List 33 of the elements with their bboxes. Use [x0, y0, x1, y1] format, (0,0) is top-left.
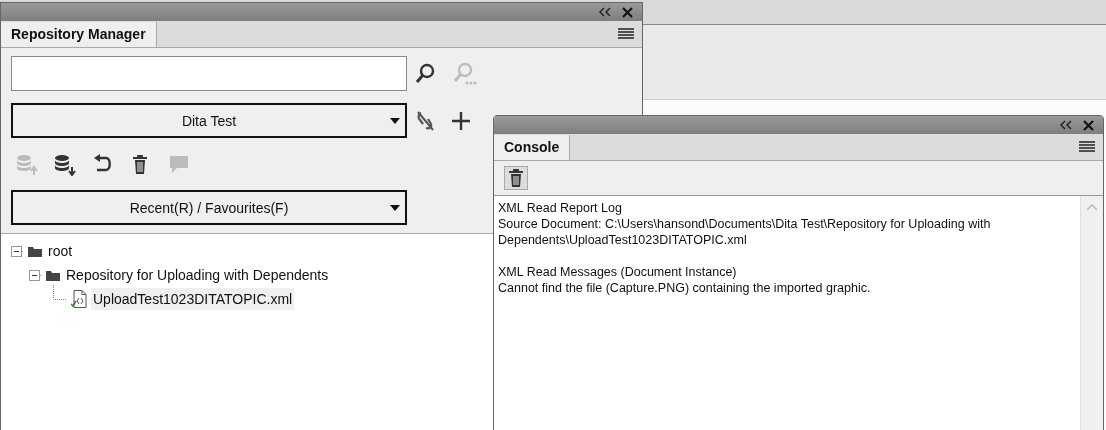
caret-icon: [390, 118, 400, 124]
menu-icon[interactable]: [1079, 141, 1095, 152]
collapse-icon[interactable]: [1060, 119, 1072, 131]
panel-tab[interactable]: Repository Manager: [1, 22, 157, 47]
menu-icon[interactable]: [618, 28, 634, 39]
trash-icon: [507, 168, 525, 188]
scrollbar[interactable]: [1080, 196, 1103, 430]
console-line: Cannot find the file (Capture.PNG) containing the imported graphic.: [498, 280, 872, 296]
console-line: Dependents\UploadTest1023DITATOPIC.xml: [498, 232, 748, 248]
folder-icon: [46, 269, 60, 281]
console-line: Source Document: C:\Users\hansond\Documents\Dita Test\Repository for Uploading with: [498, 216, 992, 232]
xml-file-icon: [71, 290, 87, 308]
folder-icon: [28, 245, 42, 257]
panel-tab[interactable]: Console: [494, 135, 571, 160]
tree-item[interactable]: UploadTest1023DITATOPIC.xml: [91, 288, 295, 310]
collapse-box-icon[interactable]: [29, 269, 42, 281]
collapse-icon[interactable]: [599, 6, 611, 18]
search-icon[interactable]: [415, 62, 437, 85]
console-line: XML Read Messages (Document Instance): [498, 264, 738, 280]
recent-favourites-dropdown[interactable]: Recent(R) / Favourites(F): [11, 190, 407, 225]
caret-icon: [390, 205, 400, 211]
tree-connector-line: [53, 285, 67, 303]
close-icon[interactable]: [1082, 118, 1095, 132]
close-icon[interactable]: [621, 5, 634, 19]
tree-item[interactable]: Repository for Uploading with Dependents: [64, 264, 331, 286]
clear-console-button[interactable]: [504, 166, 528, 190]
repository-dropdown[interactable]: Dita Test: [11, 103, 407, 138]
plus-icon[interactable]: [451, 110, 471, 131]
console-line: XML Read Report Log: [498, 200, 623, 216]
collapse-box-icon[interactable]: [11, 245, 24, 257]
database-download-icon[interactable]: [54, 154, 78, 176]
search-field[interactable]: [11, 56, 407, 91]
tree-item[interactable]: root: [46, 240, 75, 262]
